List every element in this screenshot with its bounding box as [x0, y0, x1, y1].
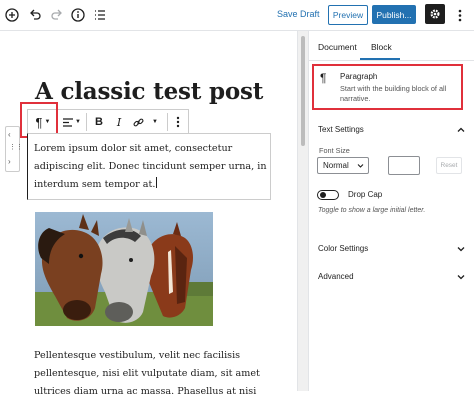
link-icon — [133, 118, 143, 126]
italic-button[interactable]: I — [110, 110, 128, 134]
move-up-icon[interactable]: ‹ — [8, 130, 11, 139]
align-left-icon — [63, 117, 74, 127]
save-draft-link[interactable]: Save Draft — [277, 9, 320, 19]
add-block-icon[interactable] — [2, 5, 22, 25]
bold-button[interactable]: B — [90, 110, 108, 134]
font-size-select[interactable]: Normal — [317, 157, 369, 174]
block-mover: ‹ ⋮⋮ › — [5, 126, 23, 172]
paragraph-line: ultrices diam urna ac massa. Phasellus a… — [34, 386, 257, 397]
paragraph-block-2[interactable]: Pellentesque vestibulum, velit nec facil… — [34, 347, 274, 401]
gear-icon — [430, 9, 440, 19]
font-size-value: Normal — [323, 161, 349, 170]
align-button[interactable]: ▼ — [59, 110, 85, 134]
post-title[interactable]: A classic test post — [35, 78, 263, 105]
chevron-down-icon — [357, 164, 364, 168]
font-size-label: Font Size — [319, 146, 350, 155]
paragraph-line: Lorem ipsum dolor sit amet, consectetur — [34, 143, 233, 154]
chevron-up-icon[interactable] — [456, 125, 466, 135]
paragraph-line: adipiscing elit. Donec tincidunt semper … — [34, 161, 267, 172]
reset-button[interactable]: Reset — [436, 157, 462, 174]
link-button[interactable] — [129, 110, 147, 134]
undo-icon[interactable] — [25, 5, 45, 25]
settings-button[interactable] — [425, 4, 445, 24]
paragraph-line: Pellentesque vestibulum, velit nec facil… — [34, 350, 241, 361]
more-formats-button[interactable]: ▼ — [149, 110, 161, 134]
list-view-icon[interactable] — [90, 5, 110, 25]
editor-header: Save Draft Preview Publish... — [0, 0, 474, 31]
text-cursor — [156, 177, 158, 188]
chevron-down-icon[interactable] — [456, 272, 466, 282]
drop-cap-label: Drop Cap — [348, 190, 383, 199]
tabs-divider — [308, 60, 474, 61]
redo-icon[interactable] — [47, 5, 67, 25]
custom-font-size-input[interactable] — [388, 156, 420, 175]
toolbar-divider — [86, 113, 87, 131]
color-settings-title[interactable]: Color Settings — [318, 244, 368, 253]
block-card-title: Paragraph — [340, 72, 378, 81]
block-more-options-button[interactable] — [171, 110, 185, 134]
caret-down-icon: ▼ — [75, 119, 81, 125]
publish-button[interactable]: Publish... — [372, 5, 416, 24]
tab-document[interactable]: Document — [318, 42, 357, 52]
drag-handle-icon[interactable]: ⋮⋮ — [9, 143, 23, 151]
move-down-icon[interactable]: › — [8, 157, 11, 166]
tab-block[interactable]: Block — [371, 42, 392, 52]
horses-photo — [35, 212, 213, 326]
paragraph-icon: ¶ — [320, 71, 327, 85]
drop-cap-toggle[interactable] — [317, 190, 339, 200]
advanced-title[interactable]: Advanced — [318, 272, 354, 281]
info-icon[interactable] — [68, 5, 88, 25]
block-card-description: Start with the building block of all nar… — [340, 84, 447, 103]
paragraph-line: interdum sem tempor at. — [34, 177, 158, 190]
ellipsis-vertical-icon — [458, 9, 462, 21]
more-menu-button[interactable] — [453, 5, 467, 25]
paragraph-line: pellentesque, nisi elit vulputate diam, … — [34, 368, 260, 379]
text-settings-title[interactable]: Text Settings — [318, 125, 364, 134]
caret-down-icon: ▼ — [152, 119, 158, 125]
preview-button[interactable]: Preview — [328, 5, 368, 25]
paragraph-text[interactable]: Lorem ipsum dolor sit amet, consectetur … — [34, 140, 267, 194]
image-block[interactable] — [35, 212, 213, 326]
toggle-knob — [320, 192, 326, 198]
editor-scrollbar-thumb[interactable] — [301, 36, 305, 146]
ellipsis-vertical-icon — [176, 116, 180, 128]
active-tab-indicator — [360, 58, 400, 60]
toolbar-divider — [167, 113, 168, 131]
drop-cap-help: Toggle to show a large initial letter. — [318, 207, 426, 214]
chevron-down-icon[interactable] — [456, 244, 466, 254]
